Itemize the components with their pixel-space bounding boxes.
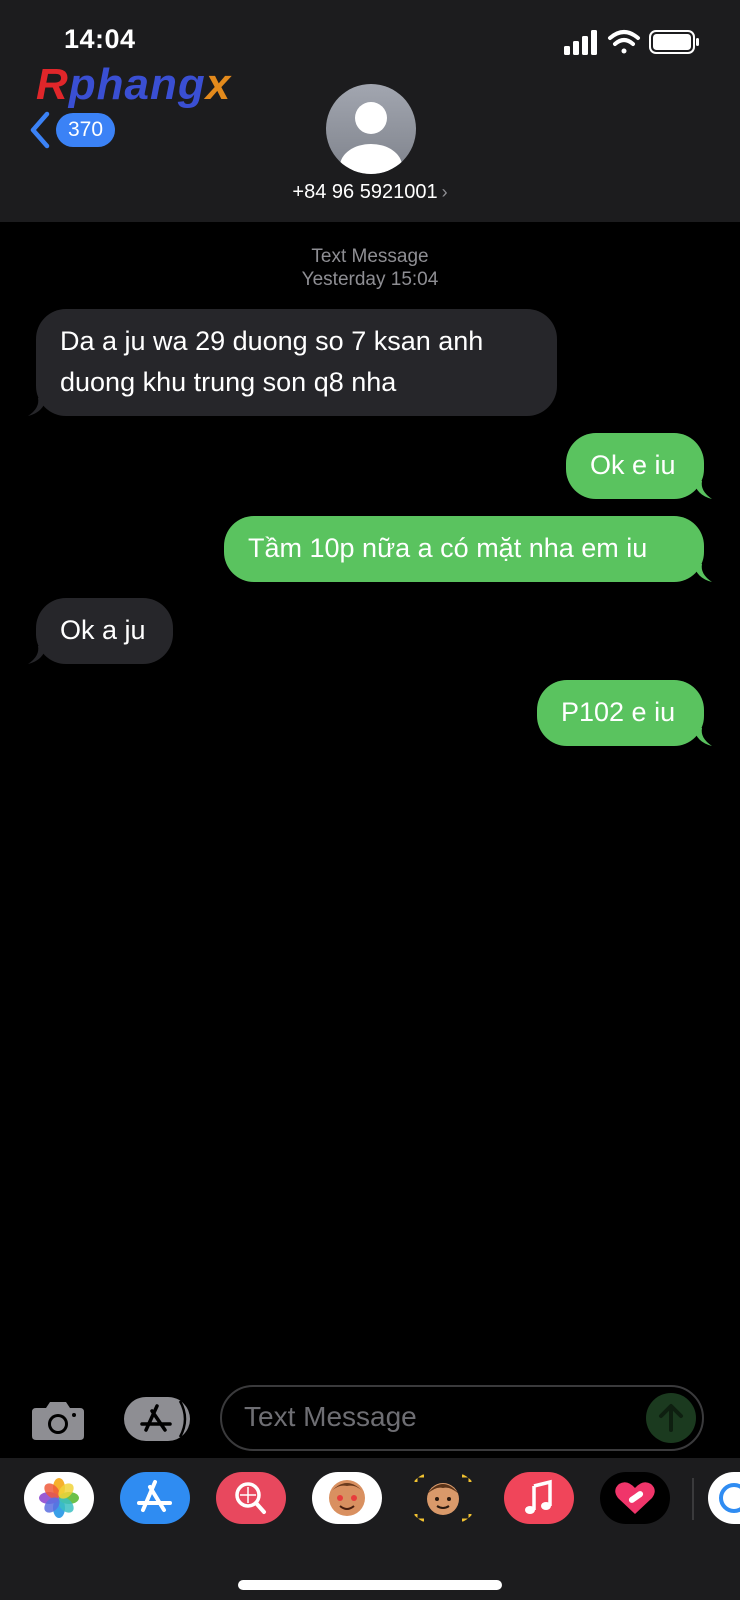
photos-app[interactable] [24,1472,94,1524]
battery-icon [649,30,699,54]
drawer-divider [692,1478,694,1520]
signal-icon [564,30,597,55]
images-search-app[interactable] [216,1472,286,1524]
wifi-icon [608,30,640,54]
app-store-icon [140,1400,187,1438]
watermark-part-1: R [36,60,69,109]
watermark-logo: Rphangx [36,60,231,110]
unread-count-badge: 370 [56,113,116,147]
memoji-app[interactable] [408,1472,478,1524]
bubble-tail [28,398,46,416]
app-store-app[interactable] [120,1472,190,1524]
fitness-app[interactable] [600,1472,670,1524]
app-store-icon [137,1480,172,1512]
camera-icon [32,1402,84,1440]
message-input[interactable]: Text Message [220,1385,704,1451]
back-button[interactable]: 370 [28,110,116,150]
message-bubble-outgoing[interactable]: Tầm 10p nữa a có mặt nha em iu [224,516,704,582]
photos-icon [39,1478,79,1518]
message-text: Da a ju wa 29 duong so 7 ksan anh duong … [60,326,484,397]
message-bubble-incoming[interactable]: Da a ju wa 29 duong so 7 ksan anh duong … [36,309,557,416]
message-text: Tầm 10p nữa a có mặt nha em iu [248,533,648,563]
message-text: P102 e iu [561,697,676,727]
contact-number: +84 96 5921001 [292,181,438,203]
watermark-part-2: phang [68,60,206,109]
chevron-left-icon [30,111,50,149]
bubble-tail [694,564,712,582]
music-app[interactable] [504,1472,574,1524]
memoji-stickers-icon [329,1480,365,1516]
service-label: Text Message [311,246,429,267]
more-app-icon [719,1483,740,1513]
contact-avatar[interactable] [326,84,416,174]
message-bubble-outgoing[interactable]: P102 e iu [537,680,704,746]
more-app[interactable] [708,1472,740,1524]
message-text: Ok e iu [590,450,676,480]
chevron-right-icon: › [441,182,448,202]
arrow-up-icon [659,1404,683,1432]
fitness-heart-icon [615,1482,655,1514]
bubble-tail [694,481,712,499]
bubble-tail [694,728,712,746]
search-images-icon [235,1482,266,1514]
app-store-button[interactable] [124,1397,190,1441]
send-button[interactable] [646,1393,696,1443]
memoji-stickers-app[interactable] [312,1472,382,1524]
conversation-header: 14:04 Rphangx 370 +84 96 5921001 › [0,0,740,222]
status-time: 14:04 [64,24,136,54]
home-indicator [238,1580,502,1590]
person-icon [340,102,402,174]
message-input-placeholder: Text Message [244,1401,417,1432]
memoji-icon [414,1474,472,1522]
app-drawer [0,1458,740,1600]
bubble-tail [28,646,46,664]
message-bubble-incoming[interactable]: Ok a ju [36,598,173,664]
message-text: Ok a ju [60,615,146,645]
message-timestamp: Yesterday 15:04 [301,269,439,290]
camera-button[interactable] [30,1398,86,1442]
contact-name[interactable]: +84 96 5921001 › [0,181,740,204]
music-icon [525,1479,552,1514]
status-icons [564,30,699,55]
watermark-part-3: x [205,60,232,109]
message-bubble-outgoing[interactable]: Ok e iu [566,433,704,499]
